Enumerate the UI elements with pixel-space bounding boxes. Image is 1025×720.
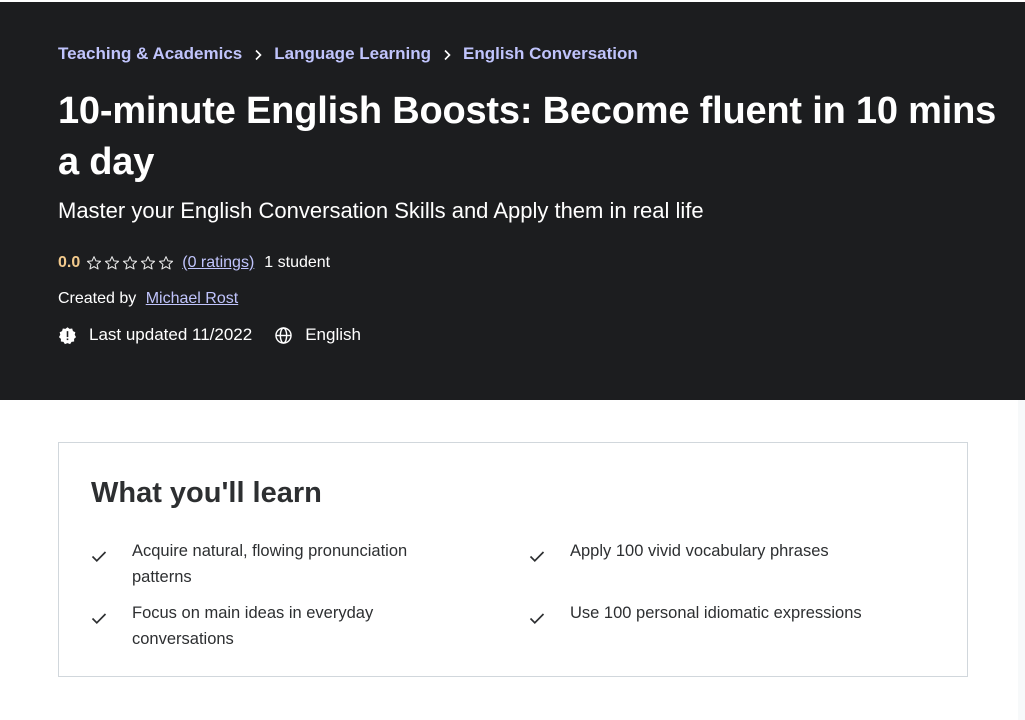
- ratings-count-link[interactable]: (0 ratings): [182, 254, 254, 272]
- course-subtitle: Master your English Conversation Skills …: [58, 198, 704, 223]
- instructor-link[interactable]: Michael Rost: [146, 290, 238, 307]
- chevron-right-icon: [431, 44, 463, 64]
- learn-item: Acquire natural, flowing pronunciation p…: [91, 538, 451, 590]
- learn-item: Focus on main ideas in everyday conversa…: [91, 600, 451, 652]
- created-by-label: Created by: [58, 290, 137, 307]
- learn-item-text: Focus on main ideas in everyday conversa…: [132, 604, 374, 648]
- course-meta-row: Last updated 11/2022 English: [58, 325, 361, 345]
- check-icon: [91, 538, 132, 571]
- scrollbar-track[interactable]: [1018, 400, 1025, 720]
- star-outline-icon: [105, 256, 120, 270]
- learn-item-text: Acquire natural, flowing pronunciation p…: [132, 542, 408, 586]
- check-icon: [91, 600, 132, 633]
- last-updated: Last updated 11/2022: [89, 325, 253, 344]
- what-you-learn-title: What you'll learn: [91, 477, 322, 509]
- learn-item-text: Apply 100 vivid vocabulary phrases: [570, 542, 829, 560]
- rating-value: 0.0: [58, 254, 81, 271]
- created-by-row: Created by Michael Rost: [58, 290, 238, 308]
- learn-item: Apply 100 vivid vocabulary phrases: [529, 538, 889, 571]
- learn-item-text: Use 100 personal idiomatic expressions: [570, 604, 862, 622]
- globe-icon: [274, 326, 293, 345]
- student-count: 1 student: [264, 254, 331, 271]
- course-language: English: [305, 325, 361, 344]
- check-icon: [529, 600, 570, 633]
- check-icon: [529, 538, 570, 571]
- rating-row: 0.0 (0 ratings) 1 student: [58, 254, 330, 272]
- star-outline-icon: [159, 256, 174, 270]
- breadcrumb-item-teaching-academics[interactable]: Teaching & Academics: [58, 44, 242, 64]
- star-outline-icon: [123, 256, 138, 270]
- chevron-right-icon: [242, 44, 274, 64]
- alert-badge-icon: [58, 326, 77, 345]
- star-outline-icon: [87, 256, 102, 270]
- star-outline-icon: [141, 256, 156, 270]
- what-you-learn-card: What you'll learn Acquire natural, flowi…: [58, 442, 968, 677]
- breadcrumb-item-english-conversation[interactable]: English Conversation: [463, 44, 638, 64]
- top-border: [0, 0, 1025, 2]
- breadcrumb: Teaching & Academics Language Learning E…: [58, 44, 638, 64]
- learn-item: Use 100 personal idiomatic expressions: [529, 600, 889, 633]
- star-rating: [86, 255, 174, 271]
- course-header: Teaching & Academics Language Learning E…: [0, 0, 1025, 400]
- breadcrumb-item-language-learning[interactable]: Language Learning: [274, 44, 431, 64]
- course-title: 10-minute English Boosts: Become fluent …: [58, 90, 997, 183]
